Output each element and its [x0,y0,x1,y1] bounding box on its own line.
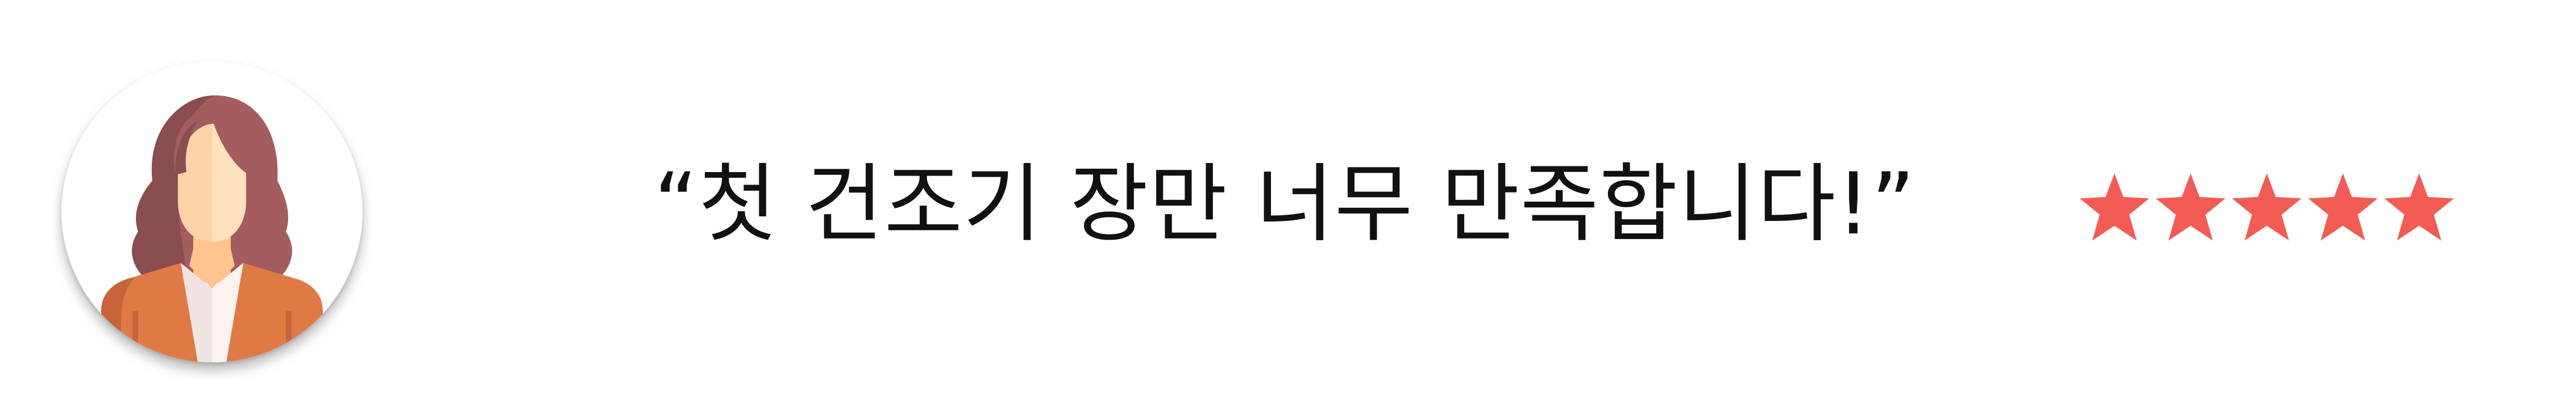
jacket-seam-right [286,311,292,362]
jacket-seam-left [132,311,138,362]
star-icon [2154,170,2228,244]
star-icon [2382,170,2456,244]
reviewer-avatar [61,61,363,362]
review-card: “첫 건조기 장만 너무 만족합니다!” [0,0,2576,418]
woman-avatar-icon [101,95,323,362]
star-icon [2078,170,2151,244]
star-rating [2078,170,2456,244]
review-quote: “첫 건조기 장만 너무 만족합니다!” [654,155,1916,254]
star-icon [2230,170,2304,244]
star-icon [2306,170,2380,244]
